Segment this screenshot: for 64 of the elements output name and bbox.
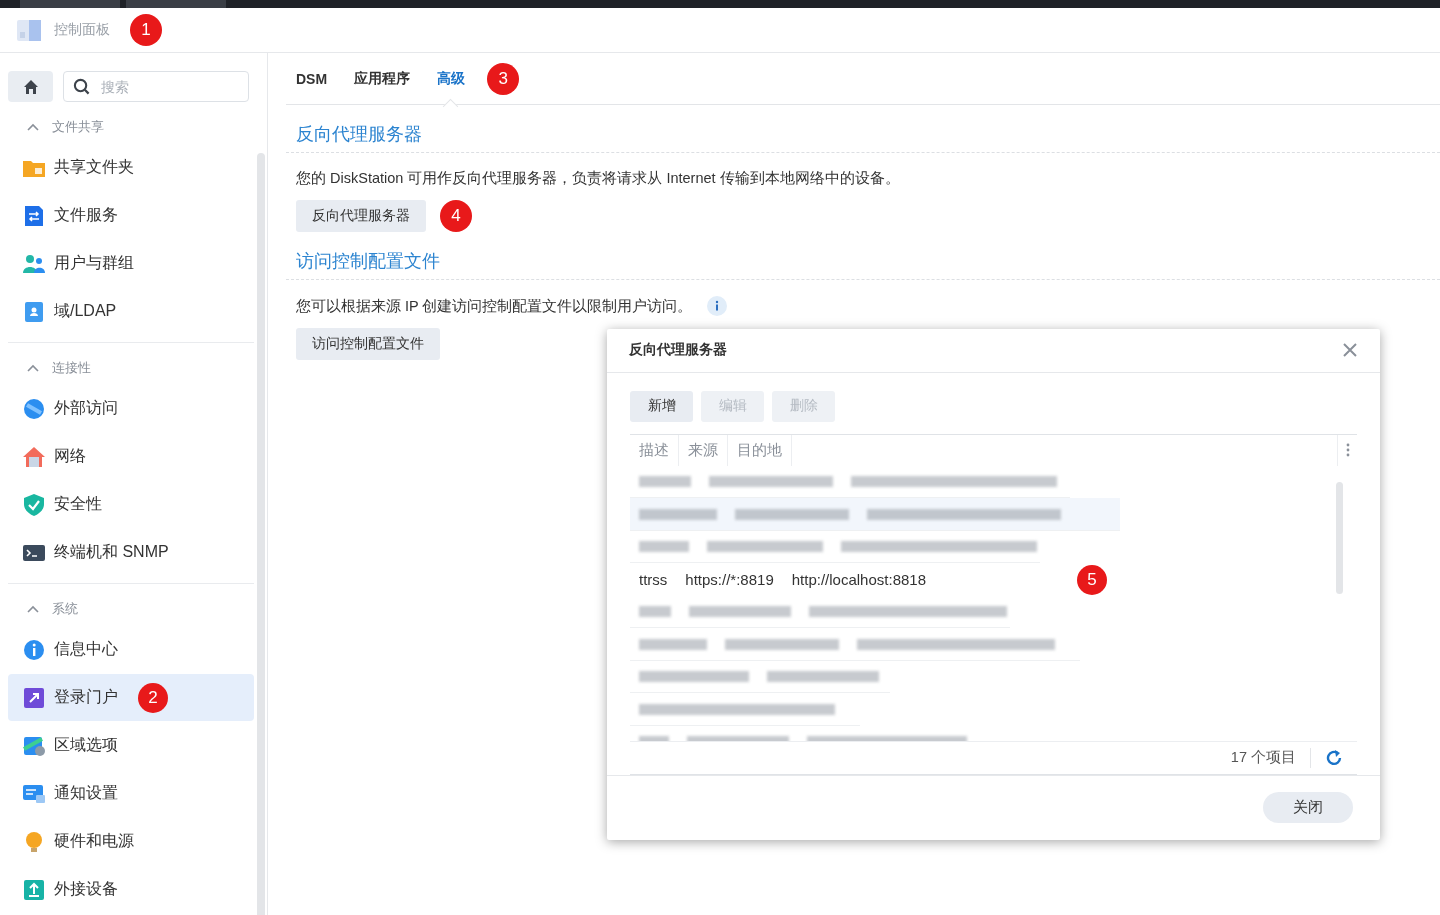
info-icon[interactable] bbox=[706, 296, 727, 316]
annotation-badge: 3 bbox=[487, 62, 520, 95]
annotation-badge: 5 bbox=[1077, 564, 1107, 595]
app-title: 控制面板 bbox=[54, 21, 110, 39]
section-title: 系统 bbox=[52, 600, 78, 618]
sidebar-item[interactable]: 安全性 bbox=[8, 481, 254, 528]
sidebar-item[interactable]: 域/LDAP bbox=[8, 288, 254, 335]
section-button[interactable]: 反向代理服务器 bbox=[296, 200, 426, 232]
annotation-badge: 1 bbox=[130, 14, 162, 46]
blurred-text bbox=[639, 541, 689, 553]
annotation-badge: 2 bbox=[138, 682, 168, 713]
section-title: 连接性 bbox=[52, 359, 91, 377]
close-button[interactable] bbox=[1342, 342, 1358, 359]
home-icon bbox=[22, 78, 39, 95]
sidebar-item[interactable]: 文件服务 bbox=[8, 192, 254, 239]
sidebar-item[interactable]: 通知设置 bbox=[8, 770, 254, 817]
search-icon bbox=[73, 78, 90, 95]
home-button[interactable] bbox=[8, 71, 53, 102]
section-heading: 访问控制配置文件 bbox=[286, 232, 1440, 280]
sidebar-item[interactable]: 外接设备 bbox=[8, 866, 254, 913]
close-button[interactable]: 关闭 bbox=[1263, 792, 1353, 824]
sidebar-item[interactable]: 硬件和电源 bbox=[8, 818, 254, 865]
search-field[interactable]: 搜索 bbox=[63, 71, 249, 102]
document-arrows-icon bbox=[22, 203, 46, 228]
blurred-text bbox=[639, 638, 707, 650]
scrollbar[interactable] bbox=[1336, 481, 1343, 594]
sidebar-item[interactable]: 外部访问 bbox=[8, 385, 254, 432]
table-cell: http://localhost:8818 bbox=[791, 571, 926, 589]
table-cell: https://*:8819 bbox=[685, 571, 774, 589]
dialog-title: 反向代理服务器 bbox=[629, 341, 727, 360]
control-panel-icon bbox=[16, 17, 42, 43]
item-count: 17 个项目 bbox=[1230, 748, 1296, 768]
annotation-badge: 4 bbox=[440, 200, 472, 232]
toolbar-button[interactable]: 新增 bbox=[630, 390, 693, 422]
contact-card-icon bbox=[22, 299, 46, 324]
info-icon bbox=[22, 637, 46, 662]
blurred-text bbox=[639, 606, 671, 618]
sidebar-item[interactable]: 共享文件夹 bbox=[8, 144, 254, 191]
house-icon bbox=[22, 444, 46, 469]
sidebar-item[interactable]: 用户与群组 bbox=[8, 240, 254, 287]
sidebar-item[interactable]: 网络 bbox=[8, 433, 254, 480]
sidebar-item[interactable]: 登录门户 2 bbox=[8, 674, 254, 721]
sidebar-item[interactable]: 终端机和 SNMP bbox=[8, 529, 254, 576]
table-cell: ttrss bbox=[639, 571, 668, 589]
arrow-box-icon bbox=[22, 685, 46, 710]
refresh-icon[interactable] bbox=[1325, 748, 1343, 767]
sidebar-item[interactable]: 信息中心 bbox=[8, 626, 254, 673]
close-icon bbox=[1342, 342, 1358, 359]
sidebar-item[interactable]: 区域选项 bbox=[8, 722, 254, 769]
shield-icon bbox=[22, 492, 46, 517]
scrollbar[interactable] bbox=[257, 153, 265, 915]
tab[interactable]: 应用程序 bbox=[354, 52, 411, 105]
description-text: 您可以根据来源 IP 创建访问控制配置文件以限制用户访问。 bbox=[296, 296, 693, 316]
description-text: 您的 DiskStation 可用作反向代理服务器，负责将请求从 Internet 传输到本地网络中的设备。 bbox=[296, 169, 900, 188]
tab[interactable]: DSM bbox=[296, 52, 328, 105]
table-row[interactable] bbox=[630, 498, 1120, 531]
kebab-icon bbox=[1345, 443, 1350, 458]
section-button[interactable]: 访问控制配置文件 bbox=[296, 328, 440, 360]
section-heading: 反向代理服务器 bbox=[286, 105, 1440, 153]
upload-icon bbox=[22, 877, 46, 902]
blurred-text bbox=[639, 476, 691, 488]
globe-icon bbox=[22, 396, 46, 421]
table-row[interactable]: ttrss https://*:8819 http://localhost:8818 5 bbox=[630, 563, 1327, 596]
section-title: 文件共享 bbox=[52, 118, 104, 136]
